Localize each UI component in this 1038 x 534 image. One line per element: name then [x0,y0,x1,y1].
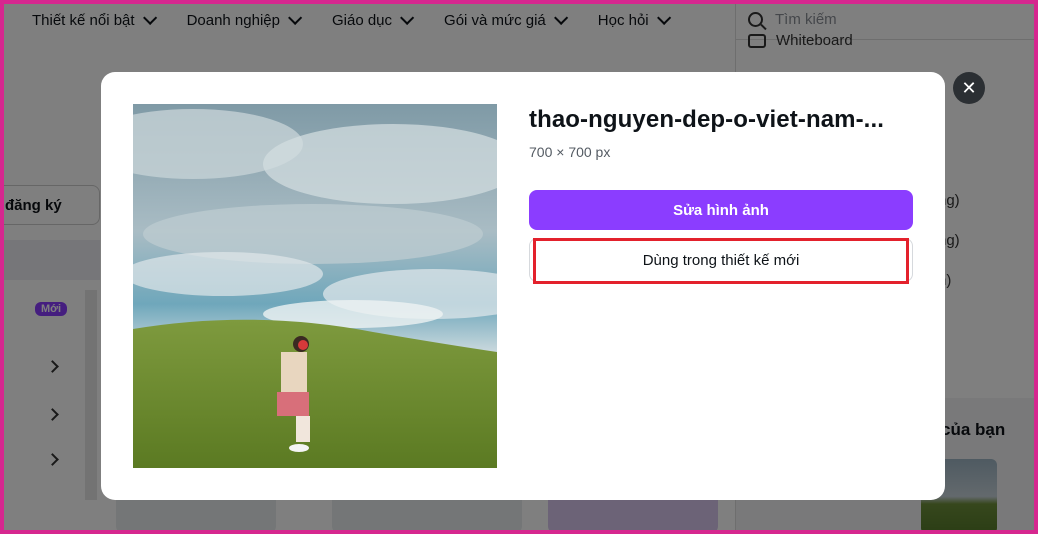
close-icon[interactable]: ✕ [953,72,985,104]
image-title: thao-nguyen-dep-o-viet-nam-... [529,106,884,133]
edit-image-button[interactable]: Sửa hình ảnh [529,190,913,230]
image-preview [133,104,497,468]
image-preview-modal: thao-nguyen-dep-o-viet-nam-... 700 × 700… [101,72,945,500]
use-in-new-design-button[interactable]: Dùng trong thiết kế mới [529,238,913,282]
image-dimensions: 700 × 700 px [529,144,611,160]
image-info-panel: thao-nguyen-dep-o-viet-nam-... 700 × 700… [529,104,913,284]
